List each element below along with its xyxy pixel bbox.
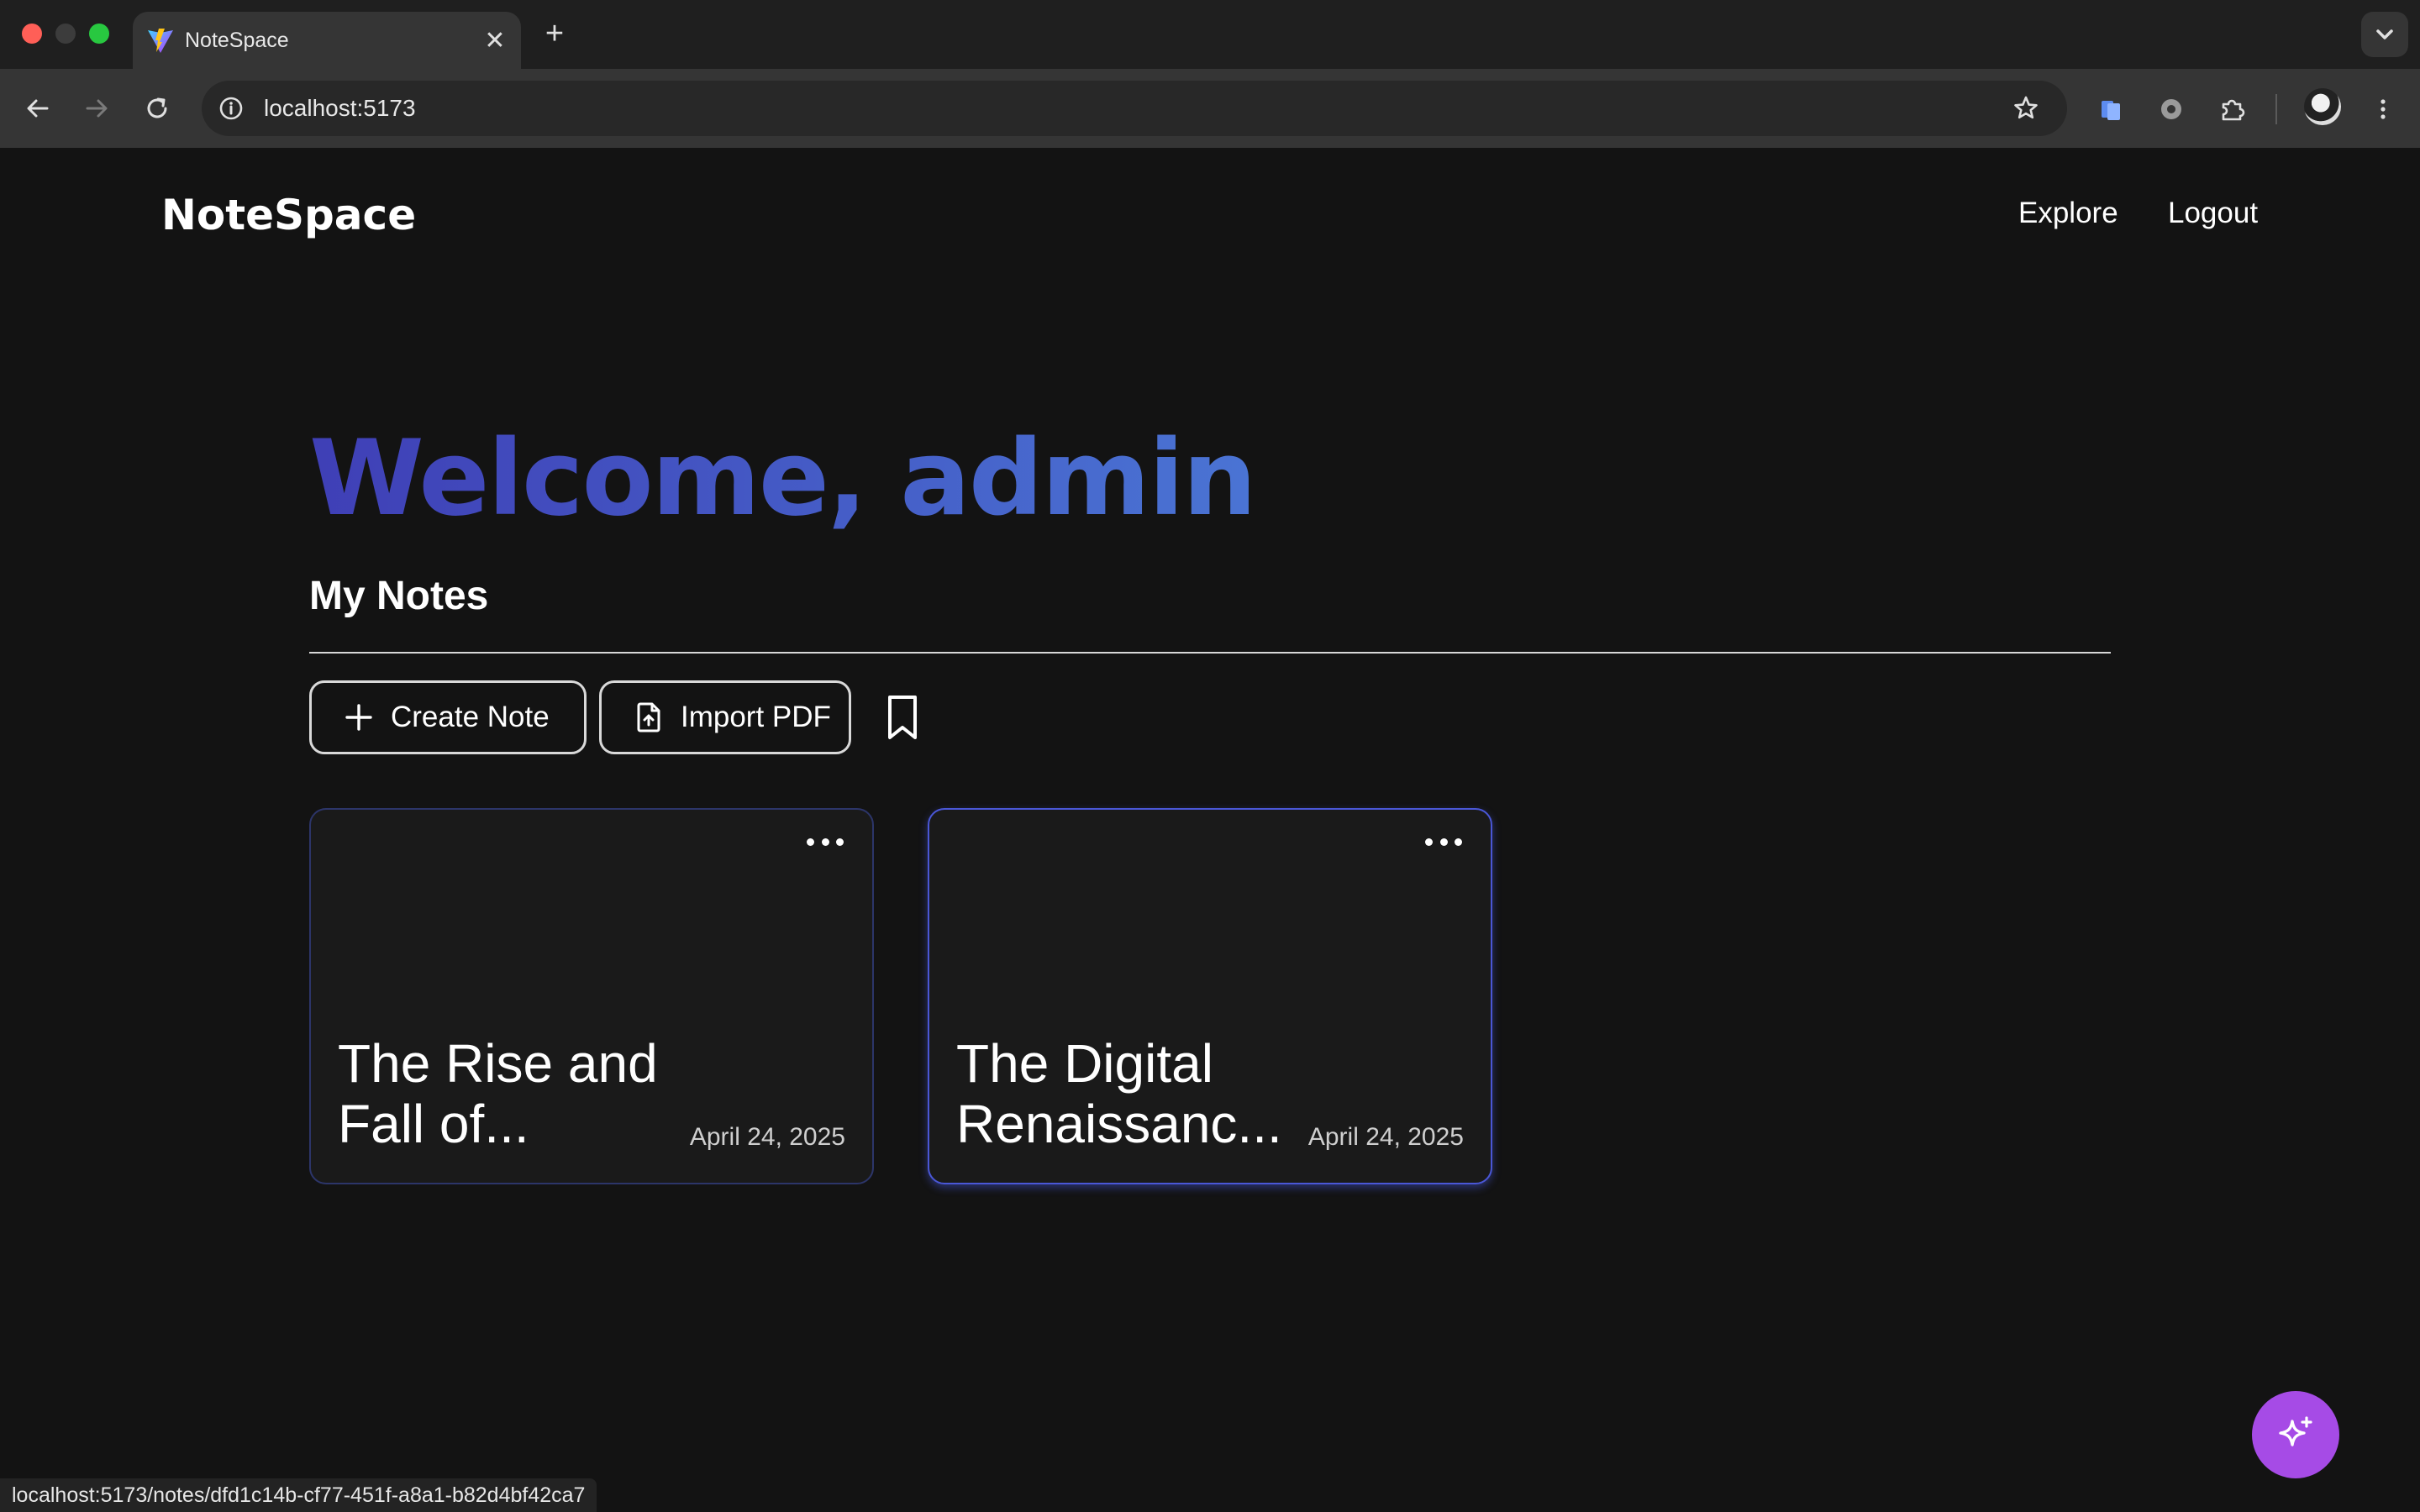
address-bar[interactable]: localhost:5173 <box>202 81 2067 136</box>
file-upload-icon <box>632 701 666 734</box>
tab-title: NoteSpace <box>185 29 289 52</box>
note-date: April 24, 2025 <box>689 1123 845 1151</box>
extension-docs-icon[interactable] <box>2092 91 2129 128</box>
bookmark-icon[interactable] <box>881 692 924 743</box>
window-zoom-button[interactable] <box>89 24 109 44</box>
plus-icon <box>342 701 376 734</box>
browser-toolbar: localhost:5173 <box>0 69 2420 148</box>
more-vertical-icon[interactable] <box>2365 91 2402 128</box>
window-close-button[interactable] <box>22 24 42 44</box>
browser-tab[interactable]: NoteSpace ✕ <box>133 12 521 69</box>
toolbar-divider <box>2275 94 2277 124</box>
more-horizontal-icon[interactable] <box>807 832 844 852</box>
section-divider <box>309 652 2111 654</box>
new-tab-button[interactable]: + <box>538 17 571 50</box>
reload-button[interactable] <box>136 87 178 129</box>
welcome-heading: Welcome, admin <box>309 418 1257 539</box>
star-icon[interactable] <box>2010 92 2042 124</box>
browser-tab-strip: NoteSpace ✕ + <box>0 0 2420 69</box>
note-card[interactable]: The Rise and Fall of... April 24, 2025 <box>309 808 874 1184</box>
reload-icon <box>147 97 167 118</box>
note-title: The Digital Renaissanc... <box>956 1033 1282 1154</box>
note-title: The Rise and Fall of... <box>338 1033 658 1154</box>
create-note-label: Create Note <box>391 701 550 733</box>
note-card[interactable]: The Digital Renaissanc... April 24, 2025 <box>928 808 1492 1184</box>
arrow-right-icon <box>86 99 108 118</box>
import-pdf-button[interactable]: Import PDF <box>599 680 851 754</box>
info-icon[interactable] <box>215 92 247 124</box>
more-horizontal-icon[interactable] <box>1425 832 1462 852</box>
back-button[interactable] <box>17 87 59 129</box>
vite-favicon-icon <box>148 29 173 53</box>
import-pdf-label: Import PDF <box>681 701 831 733</box>
sparkles-icon <box>2279 1416 2312 1446</box>
app-logo[interactable]: NoteSpace <box>161 190 416 240</box>
note-date: April 24, 2025 <box>1307 1123 1464 1151</box>
puzzle-icon[interactable] <box>2213 91 2250 128</box>
app-header: NoteSpace Explore Logout <box>0 148 2420 282</box>
status-bar-url: localhost:5173/notes/dfd1c14b-cf77-451f-… <box>0 1478 597 1512</box>
forward-button[interactable] <box>76 87 118 129</box>
create-note-button[interactable]: Create Note <box>309 680 587 754</box>
my-notes-heading: My Notes <box>309 574 489 618</box>
nav-explore-link[interactable]: Explore <box>2018 195 2118 232</box>
address-url[interactable]: localhost:5173 <box>264 92 416 125</box>
tab-search-button[interactable] <box>2361 12 2408 57</box>
tab-close-icon[interactable]: ✕ <box>481 27 509 55</box>
chevron-down-icon <box>2376 29 2393 39</box>
profile-avatar[interactable] <box>2304 88 2341 125</box>
ai-assistant-button[interactable] <box>2252 1391 2339 1478</box>
window-minimize-button[interactable] <box>55 24 76 44</box>
nav-logout-link[interactable]: Logout <box>2168 195 2258 232</box>
arrow-left-icon <box>27 99 49 118</box>
extension-gear-icon[interactable] <box>2153 91 2190 128</box>
